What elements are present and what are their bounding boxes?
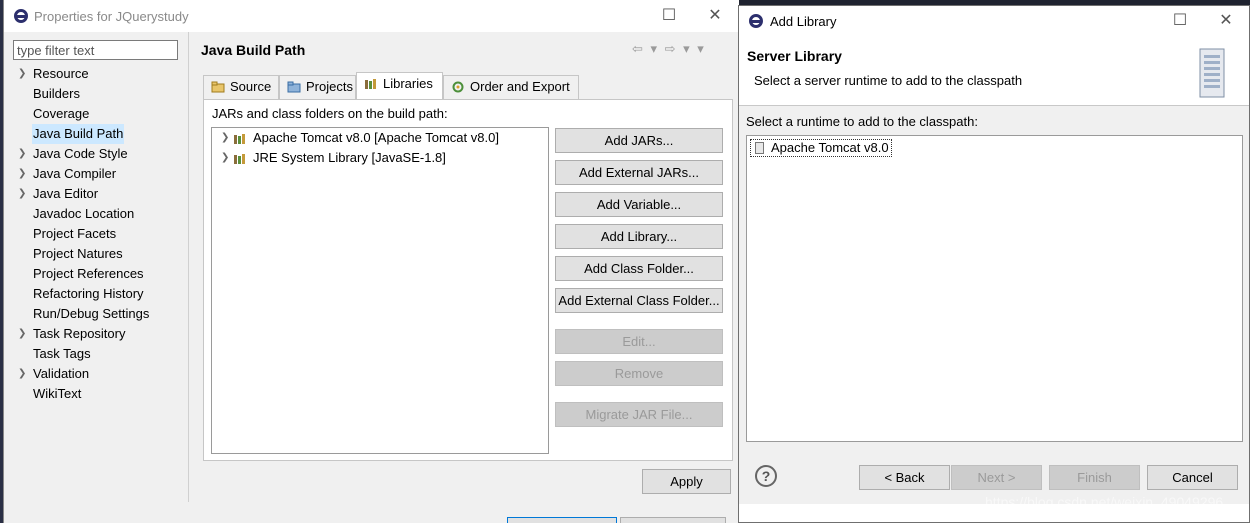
eclipse-logo-icon — [749, 14, 763, 28]
server-icon — [1199, 48, 1225, 98]
tree-item-task-repository[interactable]: ❯ Task Repository — [4, 324, 188, 344]
expand-arrow-icon[interactable]: ❯ — [18, 164, 26, 184]
window-title: Properties for JQuerystudy — [34, 9, 189, 24]
add-external-jars-button[interactable]: Add External JARs... — [555, 160, 723, 185]
eclipse-logo-icon — [14, 9, 28, 23]
projects-folder-icon — [287, 81, 301, 93]
wizard-header — [739, 36, 1249, 106]
library-icon — [234, 154, 245, 164]
expand-arrow-icon[interactable]: ❯ — [18, 364, 26, 384]
add-variable-button[interactable]: Add Variable... — [555, 192, 723, 217]
runtime-list[interactable]: Apache Tomcat v8.0 — [746, 135, 1243, 442]
expand-arrow-icon[interactable]: ❯ — [18, 184, 26, 204]
add-class-folder-button[interactable]: Add Class Folder... — [555, 256, 723, 281]
watermark-text: https://blog.csdn.net/weixin_49049296 — [985, 494, 1224, 510]
add-jars-button[interactable]: Add JARs... — [555, 128, 723, 153]
tree-item-validation[interactable]: ❯ Validation — [4, 364, 188, 384]
tree-item-refactoring-history[interactable]: Refactoring History — [4, 284, 188, 304]
filter-input[interactable] — [13, 40, 178, 60]
add-library-dialog: Add Library ☐ ✕ Server Library Select a … — [738, 5, 1250, 523]
maximize-button[interactable]: ☐ — [1157, 5, 1203, 37]
dialog-title: Add Library — [770, 14, 837, 29]
expand-arrow-icon[interactable]: ❯ — [18, 144, 26, 164]
close-button[interactable]: ✕ — [1203, 5, 1249, 37]
back-button[interactable]: < Back — [859, 465, 950, 490]
properties-titlebar: Properties for JQuerystudy ☐ ✕ — [4, 0, 739, 32]
tab-libraries[interactable]: Libraries — [356, 72, 443, 99]
jars-label: JARs and class folders on the build path… — [212, 106, 448, 121]
add-external-class-folder-button[interactable]: Add External Class Folder... — [555, 288, 723, 313]
properties-window: Properties for JQuerystudy ☐ ✕ ❯Resource… — [3, 0, 739, 523]
expand-arrow-icon[interactable]: ❯ — [221, 128, 229, 148]
help-icon[interactable]: ? — [755, 465, 777, 487]
sash-splitter[interactable] — [188, 32, 189, 502]
libraries-icon — [365, 79, 376, 89]
expand-arrow-icon[interactable]: ❯ — [221, 148, 229, 168]
wizard-page-title: Server Library — [747, 48, 842, 64]
apply-button[interactable]: Apply — [642, 469, 731, 494]
tree-item-run-debug-settings[interactable]: Run/Debug Settings — [4, 304, 188, 324]
finish-button[interactable]: Finish — [1049, 465, 1140, 490]
cancel-button[interactable]: Cancel — [1147, 465, 1238, 490]
list-item[interactable]: Apache Tomcat v8.0 — [750, 139, 892, 157]
tree-item-resource[interactable]: ❯ Resource — [4, 64, 188, 84]
cancel-button-edge[interactable] — [620, 517, 726, 523]
wizard-page-description: Select a server runtime to add to the cl… — [754, 73, 1023, 88]
remove-button[interactable]: Remove — [555, 361, 723, 386]
tree-item-java-code-style[interactable]: ❯ Java Code Style — [4, 144, 188, 164]
tree-item-project-references[interactable]: Project References — [4, 264, 188, 284]
tree-item-java-compiler[interactable]: ❯ Java Compiler — [4, 164, 188, 184]
tab-projects[interactable]: Projects — [279, 75, 356, 99]
expand-arrow-icon[interactable]: ❯ — [18, 64, 26, 84]
tree-item-wikitext[interactable]: WikiText — [4, 384, 188, 404]
migrate-jar-button[interactable]: Migrate JAR File... — [555, 402, 723, 427]
tree-item-coverage[interactable]: Coverage — [4, 104, 188, 124]
tree-item-task-tags[interactable]: Task Tags — [4, 344, 188, 364]
tree-item-project-natures[interactable]: Project Natures — [4, 244, 188, 264]
select-runtime-label: Select a runtime to add to the classpath… — [746, 114, 978, 129]
edit-button[interactable]: Edit... — [555, 329, 723, 354]
property-pages-tree: ❯ Resource Builders Coverage Java Build P… — [4, 64, 188, 404]
list-item[interactable]: ❯ Apache Tomcat v8.0 [Apache Tomcat v8.0… — [212, 128, 548, 148]
expand-arrow-icon[interactable]: ❯ — [18, 324, 26, 344]
page-title: Java Build Path — [201, 42, 306, 58]
tree-item-java-editor[interactable]: ❯ Java Editor — [4, 184, 188, 204]
close-button[interactable]: ✕ — [692, 0, 738, 32]
tree-item-java-build-path[interactable]: Java Build Path — [32, 124, 124, 144]
source-folder-icon — [211, 81, 225, 93]
next-button[interactable]: Next > — [951, 465, 1042, 490]
tab-order-and-export[interactable]: Order and Export — [443, 75, 579, 99]
tree-item-javadoc-location[interactable]: Javadoc Location — [4, 204, 188, 224]
apply-and-close-button-edge[interactable] — [507, 517, 617, 523]
add-library-button[interactable]: Add Library... — [555, 224, 723, 249]
tree-item-builders[interactable]: Builders — [4, 84, 188, 104]
maximize-button[interactable]: ☐ — [646, 0, 692, 32]
order-export-icon — [452, 81, 464, 93]
list-item[interactable]: ❯ JRE System Library [JavaSE-1.8] — [212, 148, 548, 168]
tree-item-project-facets[interactable]: Project Facets — [4, 224, 188, 244]
navigation-arrows-icon[interactable]: ⇦ ▾ ⇨ ▾ ▾ — [632, 41, 706, 57]
library-icon — [234, 134, 245, 144]
tab-source[interactable]: Source — [203, 75, 279, 99]
libraries-list[interactable]: ❯ Apache Tomcat v8.0 [Apache Tomcat v8.0… — [211, 127, 549, 454]
add-library-titlebar: Add Library ☐ ✕ — [739, 6, 1249, 36]
server-runtime-icon — [755, 142, 764, 154]
